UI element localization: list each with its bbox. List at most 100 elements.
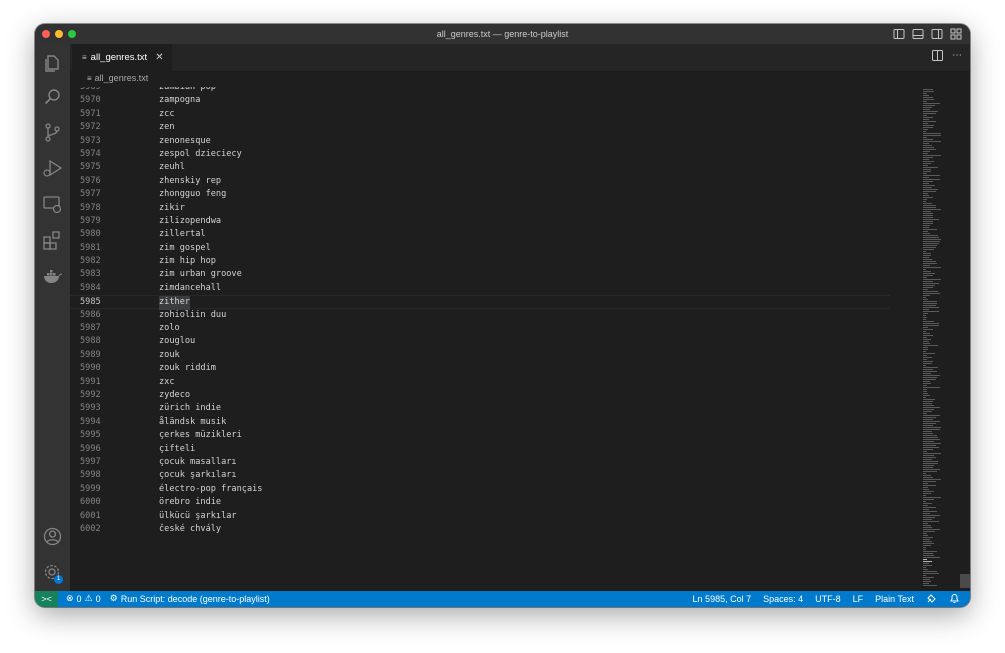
minimap-line [923,327,928,328]
editor-line[interactable]: 5990 zouk riddim [70,362,890,375]
editor-line[interactable]: 5975 zeuhl [70,161,890,174]
minimap-line [923,269,926,270]
editor-line[interactable]: 5969 zambian pop [70,87,890,94]
editor-line[interactable]: 5984 zimdancehall [70,282,890,295]
run-debug-icon[interactable] [42,158,63,179]
search-icon[interactable] [42,87,63,108]
minimap-line [923,585,937,586]
minimap-line [923,521,939,522]
close-tab-icon[interactable]: ✕ [155,52,163,63]
editor-line[interactable]: 5989 zouk [70,349,890,362]
editor-line[interactable]: 5991 zxc [70,376,890,389]
minimap-line [923,387,940,388]
toggle-panel-icon[interactable] [912,28,924,40]
indentation[interactable]: Spaces: 4 [763,594,803,604]
feedback-icon[interactable] [926,593,937,604]
current-line[interactable]: 5985 zither [70,295,890,310]
editor-line[interactable]: 5993 zürich indie [70,402,890,415]
minimap-line [923,177,929,178]
editor-line[interactable]: 5971 zcc [70,108,890,121]
line-number: 5990 [80,363,101,374]
editor-line[interactable]: 5972 zen [70,121,890,134]
account-icon[interactable] [42,526,63,547]
docker-icon[interactable] [42,266,63,287]
minimap-line [923,347,928,348]
customize-layout-icon[interactable] [950,28,962,40]
editor-line[interactable]: 5974 zespol dzieciecy [70,148,890,161]
remote-explorer-icon[interactable] [42,194,63,215]
gear-icon[interactable]: 1 [42,562,63,584]
vertical-scrollbar-thumb[interactable] [960,574,970,588]
editor-line[interactable]: 6002 české chvály [70,523,890,536]
language-mode[interactable]: Plain Text [875,594,914,604]
minimap-line [923,381,930,382]
line-number: 5987 [80,323,101,334]
minimap[interactable] [923,87,953,591]
line-text: ülkücü şarkılar [159,510,237,521]
cursor-position[interactable]: Ln 5985, Col 7 [693,594,752,604]
editor-line[interactable]: 5992 zydeco [70,389,890,402]
editor-line[interactable]: 5976 zhenskiy rep [70,175,890,188]
minimap-line [923,491,934,492]
notifications-bell-icon[interactable] [949,593,960,604]
editor-line[interactable]: 5995 çerkes müzikleri [70,429,890,442]
text-editor[interactable]: 5969 zambian pop 5970 zampogna 5971 zcc 5972 ze… [70,87,970,591]
minimap-line [923,335,933,336]
toggle-primary-sidebar-icon[interactable] [893,28,905,40]
editor-line[interactable]: 5997 çocuk masalları [70,456,890,469]
minimap-line [923,495,926,496]
line-number: 5988 [80,336,101,347]
editor-line[interactable]: 6001 ülkücü şarkılar [70,510,890,523]
editor-line[interactable]: 5998 çocuk şarkıları [70,469,890,482]
minimap-line [923,239,941,240]
minimap-line [923,349,928,350]
extensions-icon[interactable] [42,230,63,251]
problems-indicator[interactable]: ⊗ 0 ⚠ 0 [66,593,101,604]
more-actions-icon[interactable]: ⋯ [952,50,962,64]
editor-line[interactable]: 5982 zim hip hop [70,255,890,268]
minimap-line [923,535,928,536]
editor-line[interactable]: 5994 åländsk musik [70,416,890,429]
source-control-icon[interactable] [42,122,63,143]
line-text: zolo [159,323,180,334]
editor-line[interactable]: 5981 zim gospel [70,242,890,255]
toggle-secondary-sidebar-icon[interactable] [931,28,943,40]
minimap-line [923,191,936,192]
tab-all-genres[interactable]: ≡ all_genres.txt ✕ [72,44,172,71]
editor-line[interactable]: 5973 zenonesque [70,135,890,148]
files-icon[interactable] [42,52,63,73]
editor-line[interactable]: 5996 çifteli [70,443,890,456]
editor-line[interactable]: 5999 électro-pop français [70,483,890,496]
editor-line[interactable]: 5980 zillertal [70,228,890,241]
end-of-line[interactable]: LF [853,594,864,604]
minimap-line [923,125,934,126]
editor-line[interactable]: 5986 zohioliin duu [70,309,890,322]
editor-line[interactable]: 5977 zhongguo feng [70,188,890,201]
minimap-line [923,157,933,158]
split-editor-icon[interactable] [932,50,943,64]
remote-indicator[interactable]: >< [35,591,58,607]
minimap-line [923,573,939,574]
minimap-line [923,501,926,502]
editor-line[interactable]: 5988 zouglou [70,335,890,348]
minimap-line [923,353,935,354]
minimap-line [923,89,933,90]
line-number: 5974 [80,148,101,159]
encoding[interactable]: UTF-8 [815,594,841,604]
editor-line[interactable]: 5987 zolo [70,322,890,335]
minimap-line [923,97,933,98]
editor-line[interactable]: 5978 zikir [70,202,890,215]
editor-line[interactable]: 5979 zilizopendwa [70,215,890,228]
editor-line[interactable]: 5983 zim urban groove [70,268,890,281]
editor-line[interactable]: 5970 zampogna [70,94,890,107]
minimap-line [923,321,934,322]
minimap-line [923,393,928,394]
breadcrumb-filename[interactable]: all_genres.txt [95,73,149,83]
minimap-line [923,215,933,216]
run-script-button[interactable]: ⚙ Run Script: decode (genre-to-playlist) [110,593,270,604]
line-text: zim gospel [159,242,211,253]
editor-line[interactable]: 6000 örebro indie [70,496,890,509]
minimap-line [923,397,926,398]
line-number: 5984 [80,282,101,293]
minimap-line [923,187,932,188]
